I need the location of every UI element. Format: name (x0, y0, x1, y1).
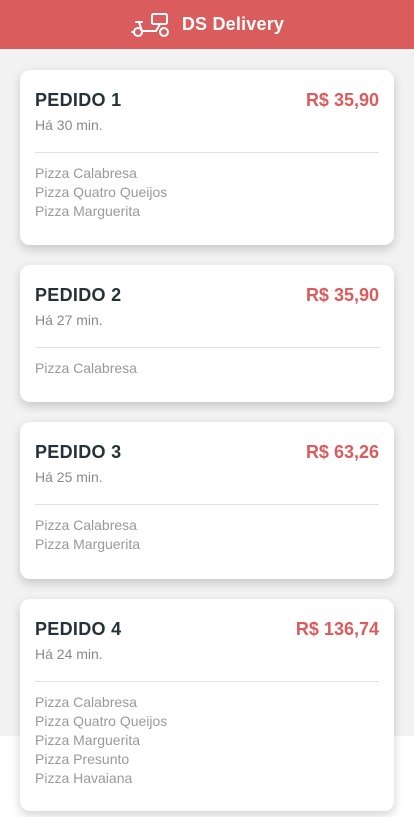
order-items: Pizza Calabresa (35, 359, 137, 378)
order-time: Há 27 min. (35, 312, 103, 328)
card-divider (35, 504, 379, 505)
order-card-header: PEDIDO 2 R$ 35,90 (35, 285, 379, 306)
order-time: Há 30 min. (35, 117, 103, 133)
app-title: DS Delivery (181, 14, 285, 34)
order-item: Pizza Calabresa (35, 694, 137, 710)
order-item: Pizza Quatro Queijos (35, 184, 168, 200)
order-items: Pizza Calabresa Pizza Quatro Queijos Piz… (35, 693, 167, 788)
order-item: Pizza Calabresa (35, 517, 137, 533)
order-title: PEDIDO 3 (35, 442, 122, 462)
order-item: Pizza Calabresa (35, 165, 137, 181)
order-item: Pizza Quatro Queijos (35, 713, 168, 729)
order-price: R$ 63,26 (305, 442, 379, 462)
order-price: R$ 136,74 (295, 619, 379, 639)
order-item: Pizza Marguerita (35, 732, 141, 748)
order-card-header: PEDIDO 4 R$ 136,74 (35, 619, 379, 640)
order-card-2[interactable]: PEDIDO 2 R$ 35,90 Há 27 min. Pizza Calab… (20, 265, 394, 402)
order-card-4[interactable]: PEDIDO 4 R$ 136,74 Há 24 min. Pizza Cala… (20, 599, 394, 811)
order-price: R$ 35,90 (305, 90, 379, 110)
order-card-header: PEDIDO 1 R$ 35,90 (35, 90, 379, 111)
card-divider (35, 347, 379, 348)
order-title: PEDIDO 4 (35, 619, 122, 639)
order-card-header: PEDIDO 3 R$ 63,26 (35, 442, 379, 463)
order-card-1[interactable]: PEDIDO 1 R$ 35,90 Há 30 min. Pizza Calab… (20, 70, 394, 245)
order-card-3[interactable]: PEDIDO 3 R$ 63,26 Há 25 min. Pizza Calab… (20, 422, 394, 579)
order-items: Pizza Calabresa Pizza Quatro Queijos Piz… (35, 164, 167, 221)
order-item: Pizza Marguerita (35, 203, 141, 219)
scooter-icon (130, 12, 169, 37)
order-item: Pizza Marguerita (35, 536, 141, 552)
card-divider (35, 681, 379, 682)
card-divider (35, 152, 379, 153)
order-price: R$ 35,90 (305, 285, 379, 305)
order-item: Pizza Havaiana (35, 770, 133, 786)
order-title: PEDIDO 2 (35, 285, 122, 305)
order-items: Pizza Calabresa Pizza Marguerita (35, 516, 140, 554)
order-title: PEDIDO 1 (35, 90, 122, 110)
order-time: Há 25 min. (35, 469, 103, 485)
order-item: Pizza Calabresa (35, 360, 137, 376)
order-time: Há 24 min. (35, 646, 103, 662)
app-header: DS Delivery (0, 0, 414, 49)
order-item: Pizza Presunto (35, 751, 130, 767)
